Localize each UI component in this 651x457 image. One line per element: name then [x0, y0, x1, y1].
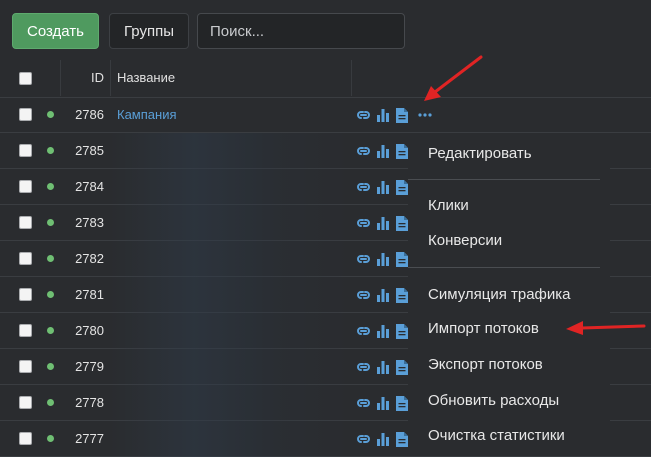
status-dot	[47, 363, 54, 370]
document-icon[interactable]	[396, 143, 408, 159]
document-icon[interactable]	[396, 323, 408, 339]
column-header-id[interactable]: ID	[60, 70, 104, 85]
bar-chart-icon[interactable]	[376, 323, 390, 339]
menu-item-edit[interactable]: Редактировать	[428, 145, 532, 162]
table-header: ID Название	[0, 60, 651, 98]
menu-divider	[408, 267, 600, 268]
status-dot	[47, 183, 54, 190]
link-icon[interactable]	[356, 143, 371, 159]
row-checkbox[interactable]	[19, 216, 32, 229]
menu-item-export-streams[interactable]: Экспорт потоков	[428, 356, 543, 373]
menu-item-conversions[interactable]: Конверсии	[428, 232, 502, 249]
bar-chart-icon[interactable]	[376, 107, 390, 123]
row-id: 2783	[75, 215, 104, 230]
link-icon[interactable]	[356, 359, 371, 375]
status-dot	[47, 219, 54, 226]
bar-chart-icon[interactable]	[376, 431, 390, 447]
menu-divider	[408, 179, 600, 180]
redacted-name	[110, 133, 350, 169]
toolbar: Создать Группы Поиск...	[0, 0, 651, 58]
row-checkbox[interactable]	[19, 396, 32, 409]
document-icon[interactable]	[396, 251, 408, 267]
link-icon[interactable]	[356, 431, 371, 447]
row-checkbox[interactable]	[19, 180, 32, 193]
document-icon[interactable]	[396, 287, 408, 303]
redacted-name	[110, 205, 350, 241]
row-id: 2784	[75, 179, 104, 194]
redacted-name	[110, 313, 350, 349]
column-divider	[110, 60, 111, 96]
row-id: 2782	[75, 251, 104, 266]
redacted-name	[110, 277, 350, 313]
groups-button[interactable]: Группы	[109, 13, 189, 49]
row-checkbox[interactable]	[19, 324, 32, 337]
document-icon[interactable]	[396, 179, 408, 195]
table-row[interactable]: 2786 Кампания	[0, 97, 651, 133]
search-input[interactable]: Поиск...	[197, 13, 405, 49]
menu-item-traffic-simulation[interactable]: Симуляция трафика	[428, 286, 571, 303]
redacted-name	[110, 241, 350, 277]
row-checkbox[interactable]	[19, 108, 32, 121]
document-icon[interactable]	[396, 395, 408, 411]
campaign-name-link[interactable]: Кампания	[117, 107, 177, 122]
link-icon[interactable]	[356, 215, 371, 231]
document-icon[interactable]	[396, 215, 408, 231]
bar-chart-icon[interactable]	[376, 251, 390, 267]
row-id: 2779	[75, 359, 104, 374]
row-checkbox[interactable]	[19, 360, 32, 373]
select-all-checkbox[interactable]	[19, 72, 32, 85]
link-icon[interactable]	[356, 287, 371, 303]
status-dot	[47, 399, 54, 406]
menu-item-clear-stats[interactable]: Очистка статистики	[428, 427, 565, 444]
row-id: 2781	[75, 287, 104, 302]
menu-item-update-costs[interactable]: Обновить расходы	[428, 392, 559, 409]
redacted-name	[110, 349, 350, 385]
status-dot	[47, 147, 54, 154]
redacted-name	[110, 421, 350, 457]
row-checkbox[interactable]	[19, 288, 32, 301]
row-id: 2785	[75, 143, 104, 158]
bar-chart-icon[interactable]	[376, 179, 390, 195]
status-dot	[47, 435, 54, 442]
context-menu: Редактировать Клики Конверсии Симуляция …	[408, 133, 610, 451]
row-id: 2777	[75, 431, 104, 446]
document-icon[interactable]	[396, 107, 408, 123]
status-dot	[47, 291, 54, 298]
status-dot	[47, 255, 54, 262]
document-icon[interactable]	[396, 431, 408, 447]
menu-item-clicks[interactable]: Клики	[428, 197, 469, 214]
bar-chart-icon[interactable]	[376, 287, 390, 303]
link-icon[interactable]	[356, 251, 371, 267]
document-icon[interactable]	[396, 359, 408, 375]
link-icon[interactable]	[356, 179, 371, 195]
row-id: 2786	[75, 107, 104, 122]
column-header-name[interactable]: Название	[117, 70, 175, 85]
row-checkbox[interactable]	[19, 432, 32, 445]
status-dot	[47, 327, 54, 334]
more-actions-icon[interactable]	[418, 107, 432, 123]
create-button[interactable]: Создать	[12, 13, 99, 49]
link-icon[interactable]	[356, 395, 371, 411]
redacted-name	[110, 385, 350, 421]
bar-chart-icon[interactable]	[376, 359, 390, 375]
row-id: 2780	[75, 323, 104, 338]
row-id: 2778	[75, 395, 104, 410]
link-icon[interactable]	[356, 323, 371, 339]
bar-chart-icon[interactable]	[376, 215, 390, 231]
link-icon[interactable]	[356, 107, 371, 123]
column-divider	[351, 60, 352, 96]
menu-item-import-streams[interactable]: Импорт потоков	[428, 320, 539, 337]
bar-chart-icon[interactable]	[376, 395, 390, 411]
status-dot	[47, 111, 54, 118]
bar-chart-icon[interactable]	[376, 143, 390, 159]
row-checkbox[interactable]	[19, 144, 32, 157]
redacted-name	[110, 169, 350, 205]
row-checkbox[interactable]	[19, 252, 32, 265]
